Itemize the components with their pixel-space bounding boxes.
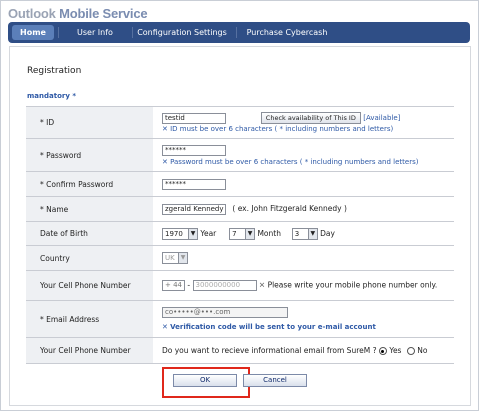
id-input[interactable]: testid (162, 112, 226, 124)
radio-no-label: No (417, 346, 428, 355)
month-select[interactable]: 7 ▼ (229, 227, 256, 240)
brand-name: Outlook (8, 6, 56, 21)
availability-status: [Available] (363, 114, 401, 122)
email-input[interactable]: co•••••@•••.com (162, 307, 288, 318)
chevron-down-icon: ▼ (178, 253, 187, 263)
year-label: Year (200, 228, 217, 238)
chevron-down-icon: ▼ (188, 228, 197, 239)
radio-yes[interactable] (378, 347, 387, 355)
info-x-icon: ✕ (162, 125, 168, 133)
id-label: * ID (26, 106, 153, 139)
password-label: * Password (26, 138, 153, 172)
info-email-question: Do you want to recieve informational ema… (162, 346, 377, 355)
year-select[interactable]: 1970 ▼ (162, 227, 198, 240)
radio-no[interactable] (406, 347, 415, 355)
radio-yes-label: Yes (389, 346, 402, 355)
confirm-password-input[interactable]: ****** (162, 178, 226, 190)
tab-configuration-settings[interactable]: Configuration Settings (136, 25, 228, 40)
tab-user-info[interactable]: User Info (62, 25, 128, 40)
app-brand: Outlook Mobile Service (8, 6, 148, 21)
password-hint: Password must be over 6 characters ( * i… (170, 157, 419, 166)
tab-home[interactable]: Home (12, 25, 54, 40)
registration-form: * ID testid Check availability of This I… (26, 106, 454, 364)
password-input[interactable]: ****** (162, 144, 226, 156)
nav-divider (58, 27, 59, 38)
info-x-icon: ✕ (258, 280, 266, 290)
cell-phone-label: Your Cell Phone Number (26, 270, 153, 301)
id-hint: ID must be over 6 characters ( * includi… (170, 125, 394, 133)
nav-divider (132, 27, 133, 38)
chevron-down-icon: ▼ (245, 228, 255, 239)
ok-button[interactable]: OK (173, 374, 237, 387)
phone-dash: - (187, 280, 191, 290)
page-title: Registration (27, 66, 82, 76)
tab-purchase-cybercash[interactable]: Purchase Cybercash (242, 25, 332, 40)
brand-suffix: Mobile Service (59, 6, 148, 21)
chevron-down-icon: ▼ (307, 228, 317, 239)
country-label: Country (26, 245, 153, 271)
info-x-icon: ✕ (162, 157, 168, 166)
dob-label: Date of Birth (26, 221, 153, 246)
email-hint: Verification code will be sent to your e… (170, 323, 376, 331)
confirm-password-label: * Confirm Password (26, 171, 153, 197)
country-select[interactable]: UK ▼ (162, 252, 188, 264)
cancel-button[interactable]: Cancel (243, 374, 307, 387)
phone-hint: Please write your mobile phone number on… (267, 280, 438, 290)
day-label: Day (320, 228, 335, 238)
month-label: Month (257, 228, 281, 238)
check-availability-button[interactable]: Check availability of This ID (260, 112, 361, 124)
email-label: * Email Address (26, 300, 153, 338)
name-label: * Name (26, 196, 153, 222)
phone-prefix-input[interactable]: + 44 (162, 280, 185, 291)
name-input[interactable]: zgerald Kennedy (162, 203, 226, 215)
info-x-icon: ✕ (162, 323, 168, 331)
name-example: ( ex. John Fitzgerald Kennedy ) (232, 204, 347, 213)
day-select[interactable]: 3 ▼ (291, 227, 318, 240)
nav-divider (236, 27, 237, 38)
mandatory-note: mandatory * (27, 92, 77, 100)
main-nav: Home User Info Configuration Settings Pu… (8, 22, 470, 43)
phone-number-input[interactable]: 3000000000 (192, 280, 257, 291)
info-email-label: Your Cell Phone Number (26, 337, 153, 364)
